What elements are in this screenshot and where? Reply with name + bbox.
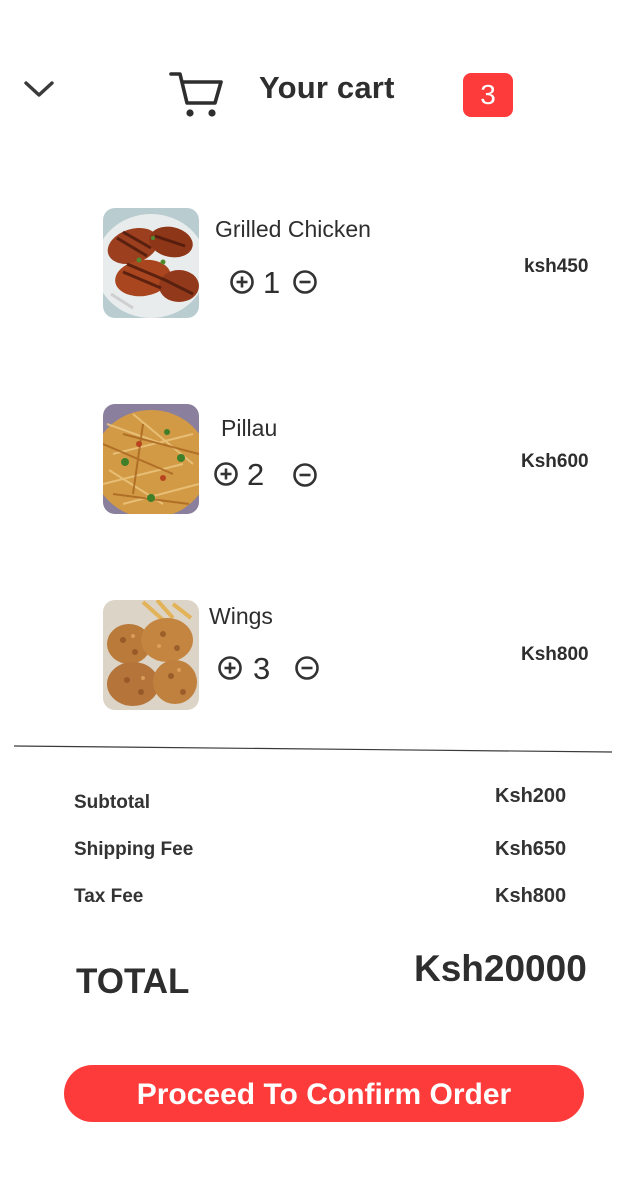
item-price: ksh450: [524, 256, 589, 277]
decrease-quantity-icon[interactable]: [294, 655, 320, 681]
item-quantity: 2: [247, 457, 265, 492]
increase-quantity-icon[interactable]: [213, 461, 239, 487]
chevron-down-icon[interactable]: [22, 74, 56, 104]
increase-quantity-icon[interactable]: [217, 655, 243, 681]
shopping-cart-icon: [169, 72, 223, 117]
total-value: Ksh20000: [414, 948, 587, 989]
item-quantity: 3: [253, 651, 271, 686]
shipping-fee-value: Ksh650: [495, 838, 567, 860]
proceed-to-confirm-order-button[interactable]: Proceed To Confirm Order: [64, 1065, 584, 1122]
grilled-chicken-photo: [103, 208, 199, 318]
cart-count-badge: 3: [463, 73, 513, 117]
divider: [14, 745, 612, 753]
subtotal-label: Subtotal: [74, 792, 150, 813]
item-name: Pillau: [221, 415, 278, 441]
item-name: Grilled Chicken: [215, 216, 371, 242]
total-label: TOTAL: [76, 962, 190, 1001]
wings-photo: [103, 600, 199, 710]
item-quantity: 1: [263, 265, 281, 300]
page-title: Your cart: [259, 70, 395, 105]
shipping-fee-label: Shipping Fee: [74, 839, 194, 860]
item-name: Wings: [209, 603, 273, 629]
tax-fee-label: Tax Fee: [74, 886, 144, 907]
decrease-quantity-icon[interactable]: [292, 462, 318, 488]
pillau-photo: [103, 404, 199, 514]
item-price: Ksh800: [521, 644, 589, 665]
item-price: Ksh600: [521, 451, 589, 472]
decrease-quantity-icon[interactable]: [292, 269, 318, 295]
increase-quantity-icon[interactable]: [229, 269, 255, 295]
tax-fee-value: Ksh800: [495, 885, 567, 907]
subtotal-value: Ksh200: [495, 785, 567, 807]
